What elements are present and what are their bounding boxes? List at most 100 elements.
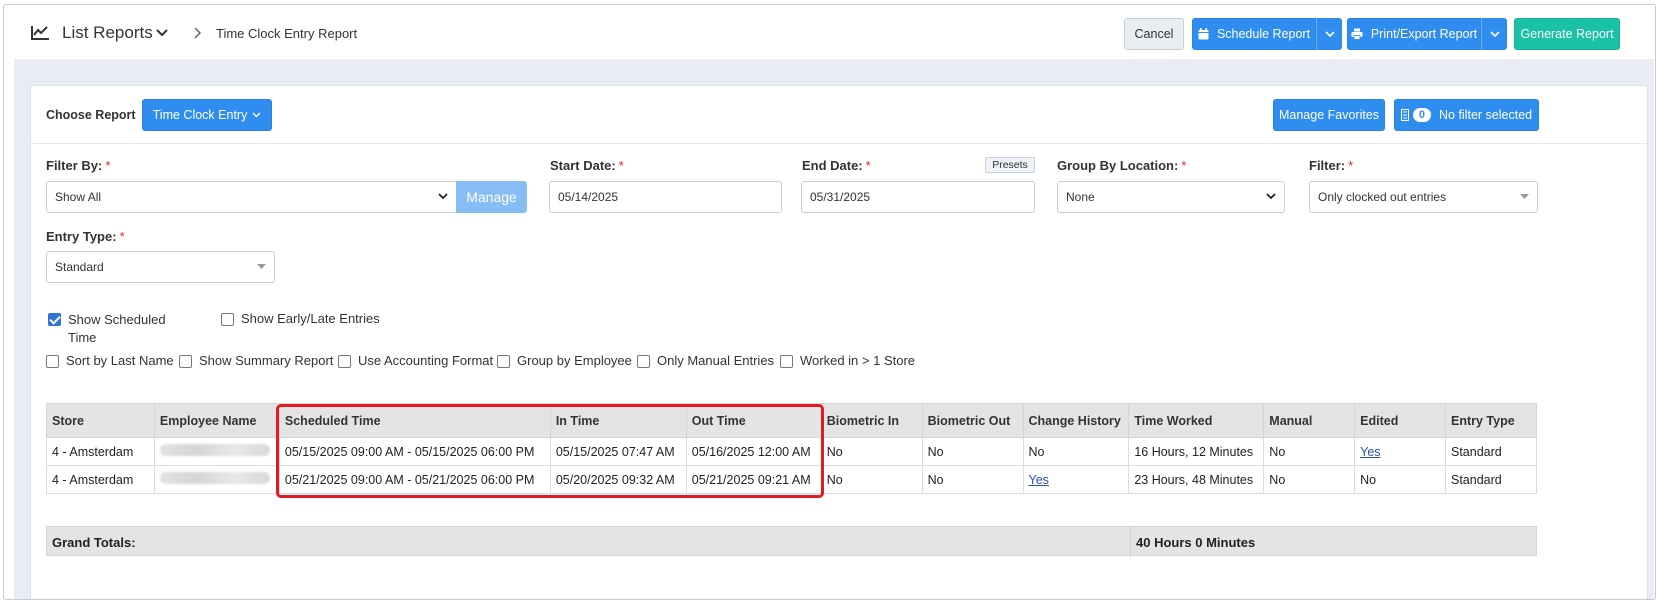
edited-link[interactable]: Yes: [1360, 445, 1380, 459]
cell-change-history: No: [1022, 437, 1130, 466]
show-early-late-checkbox[interactable]: [221, 313, 234, 326]
cell-in-time: 05/20/2025 09:32 AM: [549, 465, 687, 494]
cell-manual: No: [1263, 437, 1356, 466]
cell-biometric-out: No: [921, 437, 1024, 466]
col-biometric-out[interactable]: Biometric Out: [921, 403, 1024, 438]
col-in-time[interactable]: In Time: [549, 403, 687, 438]
change-history-link[interactable]: Yes: [1029, 473, 1049, 487]
print-dropdown-button[interactable]: [1481, 18, 1507, 50]
chevron-down-icon[interactable]: [156, 29, 168, 37]
top-bar: List Reports Time Clock Entry Report Can…: [4, 5, 1655, 59]
group-location-text: Group By Location:: [1057, 158, 1179, 173]
cell-manual: No: [1263, 465, 1356, 494]
col-employee-name[interactable]: Employee Name: [153, 403, 280, 438]
schedule-dropdown-button[interactable]: [1316, 18, 1342, 50]
col-store[interactable]: Store: [46, 403, 155, 438]
filter-by-select[interactable]: Show All: [46, 181, 457, 213]
schedule-report-button[interactable]: Schedule Report: [1192, 18, 1316, 50]
cell-edited: Yes: [1354, 437, 1446, 466]
cancel-button[interactable]: Cancel: [1124, 18, 1184, 50]
required-mark: *: [618, 158, 624, 173]
start-date-text: Start Date:: [550, 158, 616, 173]
required-mark: *: [1348, 158, 1354, 173]
worked-multi-checkbox[interactable]: [780, 355, 793, 368]
manual-only-checkbox[interactable]: [637, 355, 650, 368]
print-export-button[interactable]: Print/Export Report: [1347, 18, 1481, 50]
filter-select[interactable]: Only clocked out entries: [1309, 181, 1538, 213]
filter-status-button[interactable]: 0 No filter selected: [1394, 99, 1539, 131]
report-select-button[interactable]: Time Clock Entry: [142, 99, 272, 131]
show-summary-option[interactable]: Show Summary Report: [179, 353, 333, 368]
cell-time-worked: 16 Hours, 12 Minutes: [1128, 437, 1265, 466]
cell-store: 4 - Amsterdam: [46, 437, 155, 466]
filter-value: Only clocked out entries: [1318, 190, 1447, 204]
filter-by-text: Filter By:: [46, 158, 103, 173]
chevron-down-icon: [1489, 30, 1500, 37]
report-panel: Choose Report Time Clock Entry Manage Fa…: [30, 85, 1648, 599]
show-scheduled-label-2: Time: [68, 330, 97, 345]
col-out-time[interactable]: Out Time: [685, 403, 822, 438]
manual-only-label: Only Manual Entries: [657, 353, 775, 368]
start-date-label: Start Date: *: [550, 158, 624, 173]
cell-entry-type: Standard: [1445, 437, 1537, 466]
col-change-history[interactable]: Change History: [1022, 403, 1130, 438]
col-manual[interactable]: Manual: [1263, 403, 1356, 438]
worked-multi-option[interactable]: Worked in > 1 Store: [780, 353, 915, 368]
required-mark: *: [865, 158, 871, 173]
show-scheduled-option[interactable]: Show Scheduled Time: [48, 311, 166, 347]
accounting-option[interactable]: Use Accounting Format: [338, 353, 493, 368]
end-date-label: End Date: *: [802, 158, 871, 173]
col-edited[interactable]: Edited: [1354, 403, 1446, 438]
end-date-input[interactable]: 05/31/2025: [801, 181, 1035, 213]
group-employee-checkbox[interactable]: [497, 355, 510, 368]
end-date-value: 05/31/2025: [810, 190, 871, 204]
caret-down-icon: [1520, 194, 1529, 199]
col-biometric-in[interactable]: Biometric In: [820, 403, 923, 438]
table-row: 4 - Amsterdam 05/15/2025 09:00 AM - 05/1…: [46, 437, 1537, 466]
manual-only-option[interactable]: Only Manual Entries: [637, 353, 774, 368]
cell-out-time: 05/16/2025 12:00 AM: [685, 437, 822, 466]
presets-button[interactable]: Presets: [985, 157, 1035, 173]
table-header-row: Store Employee Name Scheduled Time In Ti…: [46, 403, 1537, 438]
filter-status-label: No filter selected: [1439, 108, 1533, 122]
cell-biometric-in: No: [820, 465, 923, 494]
sort-last-checkbox[interactable]: [46, 355, 59, 368]
printer-icon: [1351, 28, 1363, 40]
choose-report-label: Choose Report: [46, 108, 136, 122]
chevron-down-icon: [1266, 193, 1276, 200]
group-employee-option[interactable]: Group by Employee: [497, 353, 632, 368]
filter-label: Filter: *: [1309, 158, 1353, 173]
totals-divider: [1130, 527, 1131, 557]
breadcrumb-root[interactable]: List Reports: [62, 23, 153, 43]
manage-favorites-button[interactable]: Manage Favorites: [1273, 99, 1385, 131]
manage-button[interactable]: Manage: [456, 181, 527, 213]
show-scheduled-checkbox[interactable]: [48, 313, 61, 326]
generate-report-button[interactable]: Generate Report: [1514, 18, 1620, 50]
filter-icon: [1400, 109, 1409, 121]
sort-last-option[interactable]: Sort by Last Name: [46, 353, 174, 368]
entry-type-select[interactable]: Standard: [46, 251, 275, 283]
col-entry-type[interactable]: Entry Type: [1445, 403, 1537, 438]
filter-by-value: Show All: [55, 190, 102, 204]
accounting-checkbox[interactable]: [338, 355, 351, 368]
required-mark: *: [119, 229, 125, 244]
cell-entry-type: Standard: [1445, 465, 1537, 494]
show-early-late-option[interactable]: Show Early/Late Entries: [221, 311, 380, 326]
cell-store: 4 - Amsterdam: [46, 465, 155, 494]
cell-time-worked: 23 Hours, 48 Minutes: [1128, 465, 1265, 494]
col-time-worked[interactable]: Time Worked: [1128, 403, 1265, 438]
schedule-report-label: Schedule Report: [1216, 27, 1311, 41]
breadcrumb-current: Time Clock Entry Report: [216, 26, 358, 41]
show-early-late-label: Show Early/Late Entries: [241, 311, 380, 326]
redacted-name: [159, 472, 270, 484]
show-summary-checkbox[interactable]: [179, 355, 192, 368]
start-date-input[interactable]: 05/14/2025: [549, 181, 782, 213]
app-window: List Reports Time Clock Entry Report Can…: [3, 4, 1656, 600]
col-scheduled-time[interactable]: Scheduled Time: [278, 403, 551, 438]
filter-text: Filter:: [1309, 158, 1346, 173]
group-location-select[interactable]: None: [1057, 181, 1285, 213]
grand-totals-row: Grand Totals: 40 Hours 0 Minutes: [46, 526, 1537, 557]
sort-last-label: Sort by Last Name: [66, 353, 174, 368]
cell-biometric-in: No: [820, 437, 923, 466]
cell-scheduled-time: 05/15/2025 09:00 AM - 05/15/2025 06:00 P…: [278, 437, 551, 466]
